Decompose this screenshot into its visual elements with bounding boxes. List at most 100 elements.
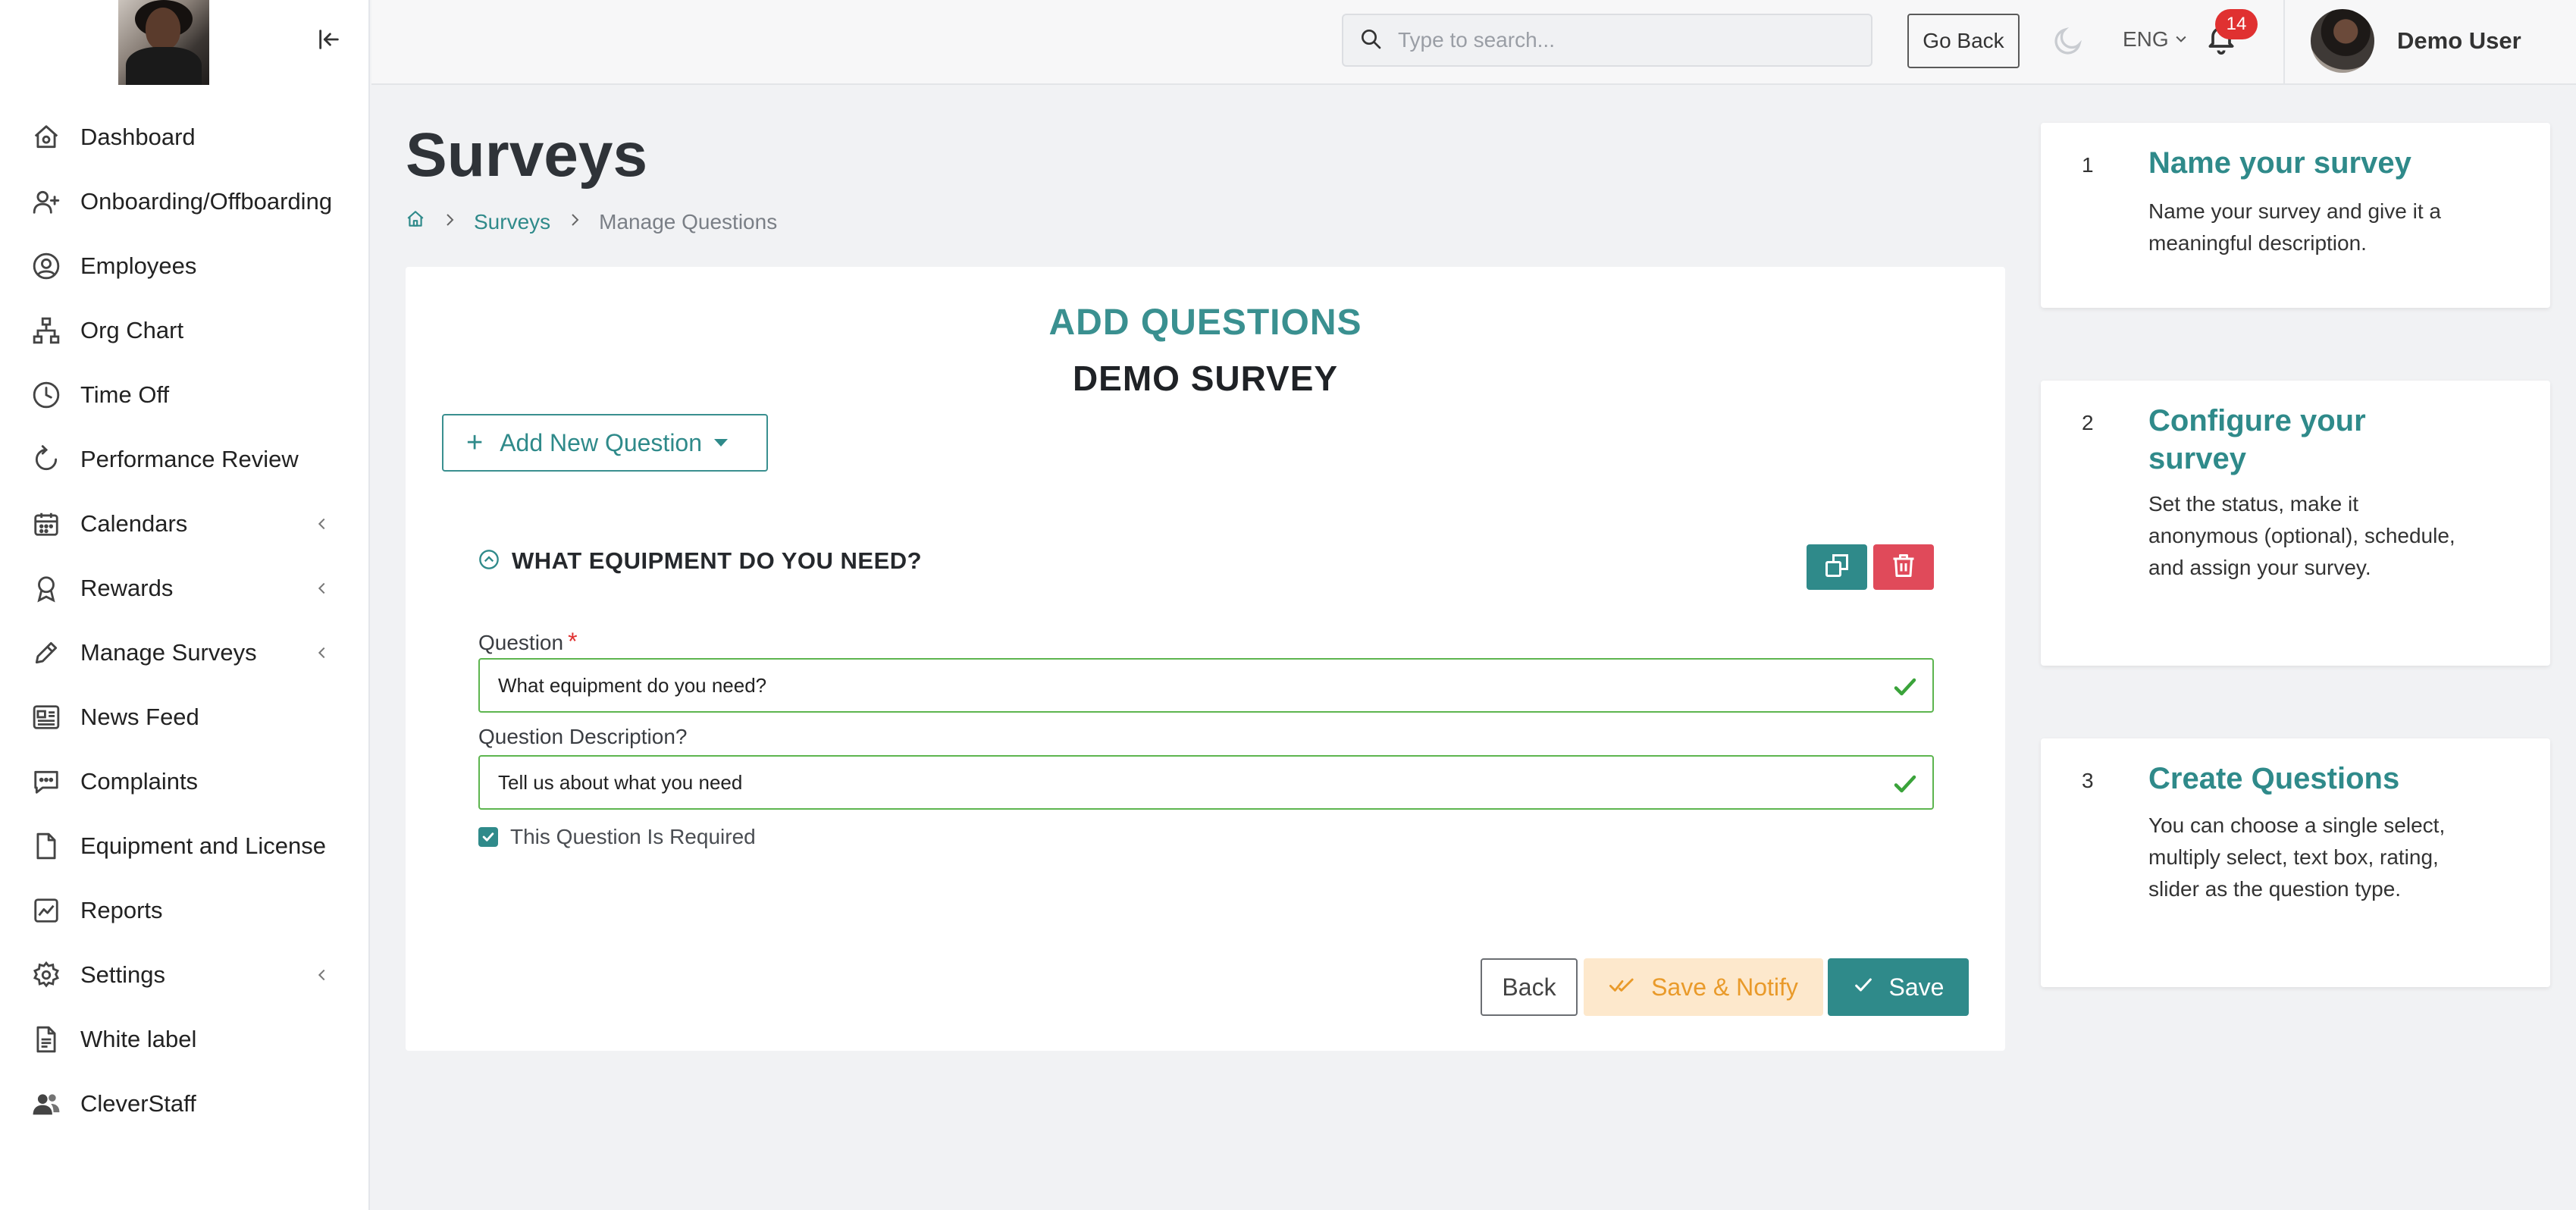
delete-question-button[interactable] <box>1873 544 1934 590</box>
breadcrumb: Surveys Manage Questions <box>406 209 777 234</box>
sidebar-item-dashboard[interactable]: Dashboard <box>0 105 370 169</box>
search-box[interactable] <box>1342 14 1872 67</box>
description-label: Question Description? <box>478 725 688 748</box>
sidebar-item-news-feed[interactable]: News Feed <box>0 685 370 749</box>
chevron-left-icon <box>311 513 334 535</box>
check-icon <box>1853 973 1874 1002</box>
chart-icon <box>30 895 62 926</box>
duplicate-question-button[interactable] <box>1807 544 1867 590</box>
sidebar-item-white-label[interactable]: White label <box>0 1007 370 1071</box>
breadcrumb-current: Manage Questions <box>599 209 778 234</box>
document-icon <box>30 1023 62 1055</box>
chevron-down-icon <box>2173 27 2189 52</box>
required-checkbox[interactable]: This Question Is Required <box>478 825 756 849</box>
step-card-2: 2 Configure your survey Set the status, … <box>2041 381 2550 666</box>
step-card-3: 3 Create Questions You can choose a sing… <box>2041 738 2550 987</box>
step-description: You can choose a single select, multiply… <box>2148 813 2446 901</box>
pencil-icon <box>30 637 62 669</box>
sidebar-item-label: Equipment and License <box>80 832 327 859</box>
sidebar-item-label: Settings <box>80 961 166 988</box>
newspaper-icon <box>30 701 62 733</box>
back-button[interactable]: Back <box>1481 958 1578 1016</box>
sidebar-item-label: Dashboard <box>80 123 196 150</box>
collapse-sidebar-icon[interactable] <box>312 23 346 56</box>
sidebar-item-cleverstaff[interactable]: CleverStaff <box>0 1071 370 1136</box>
user-circle-icon <box>30 250 62 282</box>
sidebar: Dashboard Onboarding/Offboarding Employe… <box>0 0 370 1210</box>
save-and-notify-label: Save & Notify <box>1651 973 1798 1001</box>
chat-icon <box>30 766 62 798</box>
save-label: Save <box>1888 973 1945 1001</box>
language-selector[interactable]: ENG <box>2123 27 2189 52</box>
save-and-notify-button[interactable]: Save & Notify <box>1584 958 1823 1016</box>
sidebar-item-label: Manage Surveys <box>80 638 257 666</box>
sidebar-item-label: Calendars <box>80 509 188 537</box>
sidebar-item-rewards[interactable]: Rewards <box>0 556 370 620</box>
search-icon <box>1359 27 1383 55</box>
sidebar-item-settings[interactable]: Settings <box>0 942 370 1007</box>
sidebar-nav: Dashboard Onboarding/Offboarding Employe… <box>0 105 370 1136</box>
question-field[interactable] <box>478 658 1934 713</box>
question-input[interactable] <box>498 673 1863 697</box>
sidebar-item-label: Time Off <box>80 381 170 408</box>
go-back-button[interactable]: Go Back <box>1907 14 2020 68</box>
sidebar-item-calendars[interactable]: Calendars <box>0 491 370 556</box>
notification-badge: 14 <box>2215 9 2258 39</box>
copy-icon <box>1823 552 1851 583</box>
sidebar-item-org-chart[interactable]: Org Chart <box>0 298 370 362</box>
description-field[interactable] <box>478 755 1934 810</box>
sidebar-item-label: White label <box>80 1025 197 1052</box>
add-new-question-button[interactable]: + Add New Question <box>442 414 768 472</box>
refresh-icon <box>30 444 62 475</box>
question-header[interactable]: WHAT EQUIPMENT DO YOU NEED? <box>478 547 922 575</box>
add-new-question-label: Add New Question <box>500 428 703 456</box>
step-title: Name your survey <box>2148 146 2411 180</box>
step-number: 1 <box>2082 153 2094 177</box>
save-button[interactable]: Save <box>1828 958 1969 1016</box>
sidebar-item-label: CleverStaff <box>80 1089 196 1117</box>
check-icon <box>1891 673 1919 701</box>
required-asterisk: * <box>568 628 578 655</box>
sidebar-item-label: Complaints <box>80 767 199 795</box>
search-input[interactable] <box>1398 28 1853 52</box>
users-icon <box>30 1088 62 1120</box>
calendar-icon <box>30 508 62 540</box>
step-number: 3 <box>2082 769 2094 792</box>
language-label: ENG <box>2123 27 2169 51</box>
questions-card: ADD QUESTIONS DEMO SURVEY + Add New Ques… <box>406 267 2005 1051</box>
sidebar-item-onboarding[interactable]: Onboarding/Offboarding <box>0 169 370 234</box>
sidebar-item-label: Performance Review <box>80 445 299 472</box>
file-icon <box>30 830 62 862</box>
home-icon[interactable] <box>406 209 425 234</box>
step-number: 2 <box>2082 411 2094 434</box>
chevron-left-icon <box>311 964 334 986</box>
survey-name: DEMO SURVEY <box>1072 359 1339 398</box>
breadcrumb-surveys-link[interactable]: Surveys <box>474 210 550 234</box>
sidebar-item-label: Rewards <box>80 574 174 601</box>
trash-icon <box>1890 552 1917 583</box>
sidebar-item-employees[interactable]: Employees <box>0 234 370 298</box>
sidebar-item-reports[interactable]: Reports <box>0 878 370 942</box>
question-label-text: Question <box>478 631 564 654</box>
check-icon <box>1891 770 1919 798</box>
clock-icon <box>30 379 62 411</box>
top-bar: Go Back ENG 14 Demo User <box>371 0 2576 85</box>
step-card-1: 1 Name your survey Name your survey and … <box>2041 123 2550 308</box>
required-checkbox-label: This Question Is Required <box>510 825 756 848</box>
description-input[interactable] <box>498 770 1863 795</box>
sidebar-item-time-off[interactable]: Time Off <box>0 362 370 427</box>
avatar[interactable] <box>2311 9 2374 73</box>
chevron-right-icon <box>440 210 459 234</box>
moon-icon[interactable] <box>2051 24 2085 58</box>
sidebar-item-performance-review[interactable]: Performance Review <box>0 427 370 491</box>
user-name[interactable]: Demo User <box>2397 27 2521 55</box>
checkbox-checked-icon[interactable] <box>478 827 498 847</box>
caret-down-icon <box>714 439 729 447</box>
sidebar-item-label: News Feed <box>80 703 199 730</box>
sidebar-item-manage-surveys[interactable]: Manage Surveys <box>0 620 370 685</box>
sidebar-item-equipment[interactable]: Equipment and License <box>0 813 370 878</box>
sidebar-item-complaints[interactable]: Complaints <box>0 749 370 813</box>
topbar-divider <box>2283 0 2285 83</box>
step-title: Create Questions <box>2148 762 2400 795</box>
step-title: Configure your survey <box>2148 404 2366 475</box>
